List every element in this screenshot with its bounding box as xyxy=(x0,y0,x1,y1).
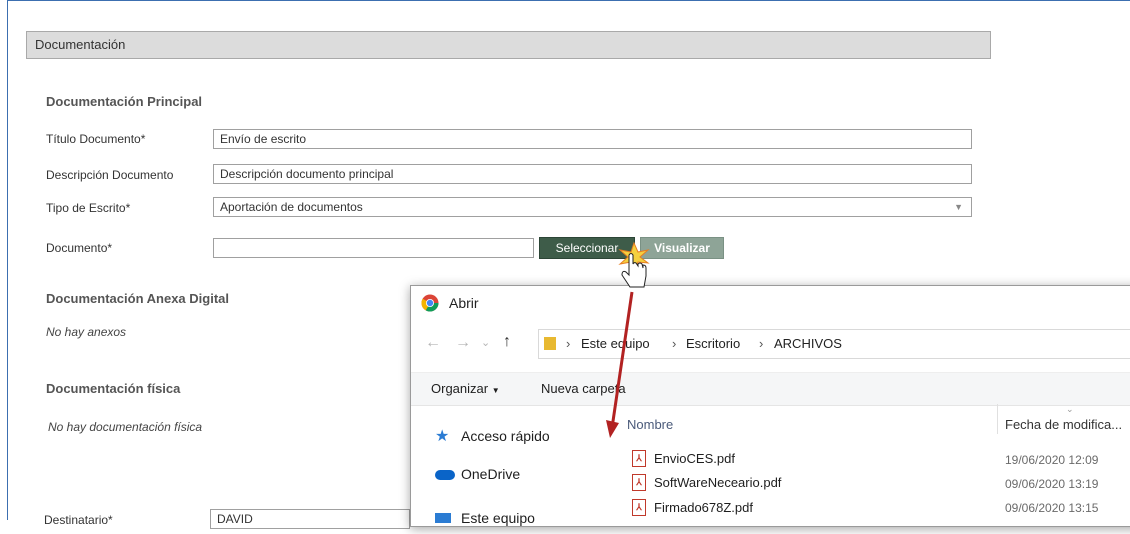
pdf-file-icon: ⅄ xyxy=(632,474,646,491)
visualizar-button[interactable]: Visualizar xyxy=(640,237,724,259)
section-title: Documentación xyxy=(35,37,126,52)
sort-chevron-icon: ⌄ xyxy=(1066,404,1074,414)
dialog-title: Abrir xyxy=(449,295,479,311)
navigation-pane: ★ Acceso rápido OneDrive Este equipo xyxy=(411,404,603,534)
visualizar-label: Visualizar xyxy=(654,241,710,255)
fisica-empty: No hay documentación física xyxy=(48,420,203,434)
tipo-select[interactable]: Aportación de documentos ▼ xyxy=(213,197,972,217)
nav-label: Este equipo xyxy=(461,510,535,526)
destinatario-input[interactable]: DAVID xyxy=(210,509,410,529)
descripcion-label: Descripción Documento xyxy=(46,168,174,182)
file-name: SoftWareNeceario.pdf xyxy=(654,475,782,490)
folder-icon xyxy=(544,337,556,350)
anexa-title: Documentación Anexa Digital xyxy=(46,291,229,306)
nueva-carpeta-button[interactable]: Nueva carpeta xyxy=(541,381,626,396)
dialog-toolbar: Organizar ▼ Nueva carpeta xyxy=(411,372,1130,406)
star-icon: ★ xyxy=(435,428,450,445)
breadcrumb-separator: › xyxy=(672,336,677,351)
caret-down-icon: ▼ xyxy=(491,386,500,395)
chrome-icon xyxy=(421,294,439,312)
column-divider[interactable] xyxy=(997,404,998,434)
chevron-down-icon[interactable]: ⌄ xyxy=(481,336,490,349)
seleccionar-label: Seleccionar xyxy=(555,241,619,255)
descripcion-input[interactable]: Descripción documento principal xyxy=(213,164,972,184)
computer-icon xyxy=(435,513,451,523)
back-arrow-icon[interactable]: ← xyxy=(425,334,441,352)
titulo-label: Título Documento* xyxy=(46,132,146,146)
organizar-label: Organizar xyxy=(431,381,489,396)
anexa-empty: No hay anexos xyxy=(46,325,127,339)
file-name: EnvioCES.pdf xyxy=(654,451,735,466)
pdf-file-icon: ⅄ xyxy=(632,450,646,467)
cloud-icon xyxy=(435,470,455,480)
open-file-dialog: Abrir ← → ⌄ ↑ › Este equipo › Escritorio… xyxy=(410,285,1130,527)
pdf-file-icon: ⅄ xyxy=(632,499,646,516)
section-header: Documentación xyxy=(26,31,991,59)
address-bar[interactable]: › Este equipo › Escritorio › ARCHIVOS xyxy=(538,329,1130,359)
file-date: 19/06/2020 12:09 xyxy=(1005,453,1099,467)
nav-label: OneDrive xyxy=(461,466,521,482)
chevron-down-icon: ▼ xyxy=(954,202,963,212)
documento-input[interactable] xyxy=(213,238,534,258)
tipo-label: Tipo de Escrito* xyxy=(46,201,131,215)
titulo-input[interactable]: Envío de escrito xyxy=(213,129,972,149)
breadcrumb-escritorio[interactable]: Escritorio xyxy=(686,330,740,358)
column-nombre[interactable]: Nombre xyxy=(627,417,673,432)
descripcion-value: Descripción documento principal xyxy=(220,167,394,181)
titulo-value: Envío de escrito xyxy=(220,132,307,146)
breadcrumb-separator: › xyxy=(759,336,764,351)
breadcrumb-este-equipo[interactable]: Este equipo xyxy=(581,330,650,358)
file-date: 09/06/2020 13:19 xyxy=(1005,477,1099,491)
column-fecha[interactable]: Fecha de modifica... xyxy=(1005,417,1122,432)
breadcrumb-archivos[interactable]: ARCHIVOS xyxy=(774,330,842,358)
fisica-title: Documentación física xyxy=(46,381,181,396)
organizar-button[interactable]: Organizar ▼ xyxy=(431,381,500,396)
nav-label: Acceso rápido xyxy=(461,428,550,444)
forward-arrow-icon[interactable]: → xyxy=(455,334,471,352)
destinatario-value: DAVID xyxy=(217,512,253,526)
principal-title: Documentación Principal xyxy=(46,94,203,109)
file-name: Firmado678Z.pdf xyxy=(654,500,753,515)
up-arrow-icon[interactable]: ↑ xyxy=(503,333,511,351)
tipo-value: Aportación de documentos xyxy=(220,200,363,214)
file-date: 09/06/2020 13:15 xyxy=(1005,501,1099,515)
breadcrumb-separator: › xyxy=(566,336,571,351)
destinatario-label: Destinatario* xyxy=(44,513,113,527)
seleccionar-button[interactable]: Seleccionar xyxy=(539,237,635,259)
documento-label: Documento* xyxy=(46,241,113,255)
